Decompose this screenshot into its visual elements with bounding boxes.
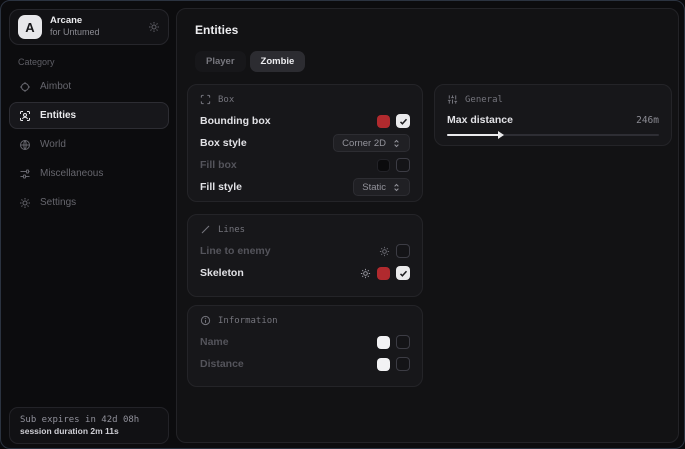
slider-fill [447,134,500,136]
tab-player[interactable]: Player [195,51,246,72]
crosshair-icon [19,81,31,93]
session-duration: session duration 2m 11s [20,426,158,436]
sidebar-item-miscellaneous[interactable]: Miscellaneous [9,160,169,187]
distance-label: Distance [200,358,244,370]
sidebar-item-label: Aimbot [40,81,71,92]
line-to-enemy-checkbox[interactable] [396,244,410,258]
page-title: Entities [195,23,238,37]
entity-tabs: Player Zombie [195,51,305,72]
box-style-dropdown[interactable]: Corner 2D [333,134,410,152]
max-distance-label: Max distance [447,114,513,126]
chevron-updown-icon [392,139,401,148]
bounding-box-row: Bounding box [200,110,410,132]
sidebar-nav: Aimbot Entities World [9,73,169,216]
general-section-header: General [447,94,659,105]
name-color-swatch[interactable] [377,336,390,349]
fill-box-checkbox[interactable] [396,158,410,172]
skeleton-label: Skeleton [200,267,244,279]
general-section-title: General [465,95,503,105]
gear-icon[interactable] [148,21,160,33]
brand-card: A Arcane for Untumed [9,9,169,45]
category-label: Category [18,57,55,67]
fill-style-dropdown[interactable]: Static [353,178,410,196]
max-distance-slider[interactable] [447,131,659,139]
box-style-row: Box style Corner 2D [200,132,410,154]
skeleton-color-swatch[interactable] [377,267,390,280]
gear-icon[interactable] [360,268,371,279]
gear-icon[interactable] [379,246,390,257]
chevron-updown-icon [392,183,401,192]
distance-row: Distance [200,353,410,375]
sidebar-item-settings[interactable]: Settings [9,189,169,216]
distance-color-swatch[interactable] [377,358,390,371]
fill-box-color-swatch[interactable] [377,159,390,172]
entities-icon [19,110,31,122]
max-distance-value: 246m [636,115,659,126]
subscription-expiry: Sub expires in 42d 08h [20,415,158,425]
distance-checkbox[interactable] [396,357,410,371]
gear-icon [19,197,31,209]
information-section-title: Information [218,316,278,326]
box-style-value: Corner 2D [342,138,386,149]
skeleton-row: Skeleton [200,262,410,284]
brand-name: Arcane [50,16,140,27]
fill-box-label: Fill box [200,159,237,171]
sidebar-item-label: Entities [40,110,76,121]
bounding-box-checkbox[interactable] [396,114,410,128]
line-to-enemy-label: Line to enemy [200,245,271,257]
fill-style-row: Fill style Static [200,176,410,198]
general-section: General Max distance 246m [434,84,672,146]
main-panel: Entities Player Zombie Box Bounding box [176,8,679,443]
name-checkbox[interactable] [396,335,410,349]
sidebar-item-world[interactable]: World [9,131,169,158]
skeleton-checkbox[interactable] [396,266,410,280]
name-label: Name [200,336,229,348]
sidebar: A Arcane for Untumed Category Ai [1,1,176,448]
box-section-title: Box [218,95,234,105]
slider-thumb[interactable] [498,131,504,139]
sidebar-item-aimbot[interactable]: Aimbot [9,73,169,100]
bounding-box-label: Bounding box [200,115,271,127]
miscellaneous-icon [19,168,31,180]
fill-style-label: Fill style [200,181,242,193]
globe-icon [19,139,31,151]
box-section: Box Bounding box Box style Corner 2D [187,84,423,202]
brand-subtitle: for Untumed [50,27,140,37]
bounding-box-color-swatch[interactable] [377,115,390,128]
sliders-icon [447,94,458,105]
fill-box-row: Fill box [200,154,410,176]
lines-section-title: Lines [218,225,245,235]
max-distance-row: Max distance 246m [447,110,659,130]
box-section-header: Box [200,94,410,105]
box-style-label: Box style [200,137,247,149]
diagonal-line-icon [200,224,211,235]
lines-section: Lines Line to enemy Skeleton [187,214,423,297]
information-section-header: Information [200,315,410,326]
subscription-card: Sub expires in 42d 08h session duration … [9,407,169,444]
fill-style-value: Static [362,182,386,193]
sidebar-item-label: Miscellaneous [40,168,103,179]
app-window: A Arcane for Untumed Category Ai [0,0,685,449]
line-to-enemy-row: Line to enemy [200,240,410,262]
box-corners-icon [200,94,211,105]
sidebar-item-label: World [40,139,66,150]
sidebar-item-label: Settings [40,197,76,208]
info-icon [200,315,211,326]
brand-logo: A [18,15,42,39]
lines-section-header: Lines [200,224,410,235]
sidebar-item-entities[interactable]: Entities [9,102,169,129]
name-row: Name [200,331,410,353]
tab-zombie[interactable]: Zombie [250,51,306,72]
brand-text: Arcane for Untumed [50,16,140,37]
information-section: Information Name Distance [187,305,423,387]
